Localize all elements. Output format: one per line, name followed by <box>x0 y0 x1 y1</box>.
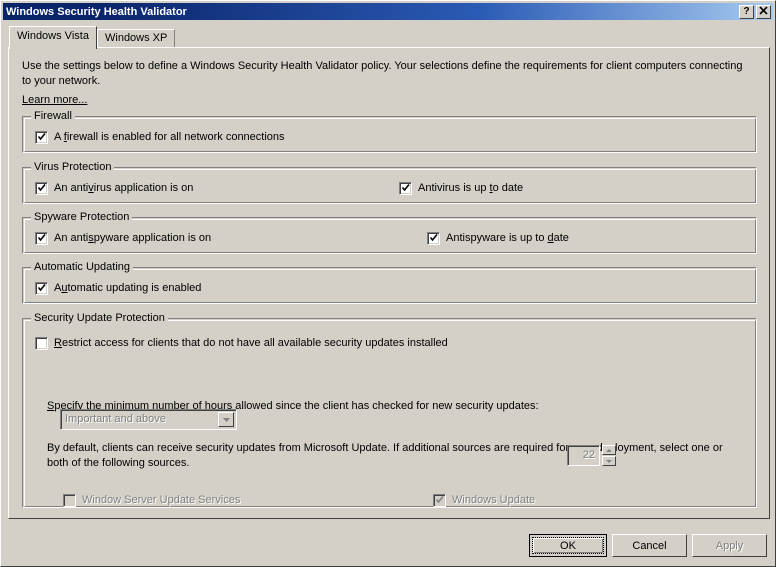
checkbox-firewall-enabled[interactable]: A firewall is enabled for all network co… <box>35 131 285 144</box>
checkbox-restrict-access[interactable]: Restrict access for clients that do not … <box>35 337 448 350</box>
checkbox-antivirus-on[interactable]: An antivirus application is on <box>35 182 193 195</box>
tab-windows-xp[interactable]: Windows XP <box>97 29 176 47</box>
tab-panel: Use the settings below to define a Windo… <box>8 47 770 519</box>
spinner-up-button[interactable] <box>602 445 616 455</box>
checkbox-windows-update[interactable]: Windows Update <box>433 494 535 507</box>
cancel-button-label: Cancel <box>632 539 667 552</box>
apply-button[interactable]: Apply <box>692 534 767 557</box>
checkmark-icon <box>38 233 46 242</box>
sources-description: By default, clients can receive security… <box>47 442 723 469</box>
checkbox-label: An antispyware application is on <box>54 232 212 244</box>
checkbox-box <box>35 232 48 245</box>
checkmark-icon <box>38 132 46 141</box>
ok-button-label: OK <box>560 539 576 552</box>
checkbox-antispyware-uptodate[interactable]: Antispyware is up to date <box>427 232 569 245</box>
group-spyware-protection: Spyware Protection An antispyware applic… <box>22 211 757 254</box>
window-title: Windows Security Health Validator <box>6 5 187 18</box>
checkbox-label: Windows Update <box>452 494 536 506</box>
checkmark-icon <box>430 233 438 242</box>
hours-input[interactable]: 22 <box>567 445 600 466</box>
checkbox-automatic-updating[interactable]: Automatic updating is enabled <box>35 282 201 295</box>
checkbox-label: Antivirus is up to date <box>418 182 524 194</box>
intro-text: Use the settings below to define a Windo… <box>22 60 743 87</box>
group-spyware-label: Spyware Protection <box>31 211 133 223</box>
ok-button[interactable]: OK <box>529 534 607 557</box>
close-icon <box>759 5 768 15</box>
chevron-down-icon[interactable] <box>218 412 234 427</box>
checkbox-box <box>427 232 440 245</box>
checkbox-label: Restrict access for clients that do not … <box>54 337 448 349</box>
help-button[interactable]: ? <box>739 4 754 19</box>
checkbox-box <box>399 182 412 195</box>
checkbox-antispyware-on[interactable]: An antispyware application is on <box>35 232 211 245</box>
checkmark-icon <box>38 183 46 192</box>
checkbox-box <box>433 494 446 507</box>
checkbox-label: Window Server Update Services <box>82 494 241 506</box>
cancel-button[interactable]: Cancel <box>612 534 687 557</box>
group-automatic-updating: Automatic Updating Automatic updating is… <box>22 261 757 304</box>
caret-down-icon <box>606 459 612 463</box>
dialog-window: Windows Security Health Validator ? Wind… <box>0 0 776 567</box>
title-bar: Windows Security Health Validator ? <box>3 3 773 20</box>
checkmark-icon <box>402 183 410 192</box>
group-firewall: Firewall A firewall is enabled for all n… <box>22 110 757 153</box>
checkbox-box <box>35 337 48 350</box>
checkmark-icon <box>436 495 444 504</box>
checkmark-icon <box>38 283 46 292</box>
checkbox-label: A firewall is enabled for all network co… <box>54 131 285 143</box>
severity-dropdown-value: Important and above <box>65 413 166 425</box>
checkbox-label: Automatic updating is enabled <box>54 282 202 294</box>
group-autoupdate-label: Automatic Updating <box>31 261 133 273</box>
group-firewall-label: Firewall <box>31 110 75 122</box>
tab-windows-vista[interactable]: Windows Vista <box>9 26 97 49</box>
checkbox-label: An antivirus application is on <box>54 182 194 194</box>
hours-spinner[interactable]: 22 <box>567 445 616 466</box>
caret-up-icon <box>606 448 612 452</box>
close-button[interactable] <box>756 4 771 19</box>
group-securityupdate-label: Security Update Protection <box>31 312 168 324</box>
checkbox-label: Antispyware is up to date <box>446 232 569 244</box>
checkbox-box <box>35 282 48 295</box>
learn-more-link[interactable]: Learn more... <box>22 94 87 106</box>
checkbox-box <box>63 494 76 507</box>
checkbox-box <box>35 131 48 144</box>
severity-dropdown[interactable]: Important and above <box>60 409 237 430</box>
group-virus-protection: Virus Protection An antivirus applicatio… <box>22 161 757 204</box>
apply-button-label: Apply <box>715 539 744 552</box>
spinner-down-button[interactable] <box>602 456 616 466</box>
checkbox-wsus[interactable]: Window Server Update Services <box>63 494 240 507</box>
checkbox-antivirus-uptodate[interactable]: Antivirus is up to date <box>399 182 523 195</box>
group-virus-label: Virus Protection <box>31 161 115 173</box>
checkbox-box <box>35 182 48 195</box>
